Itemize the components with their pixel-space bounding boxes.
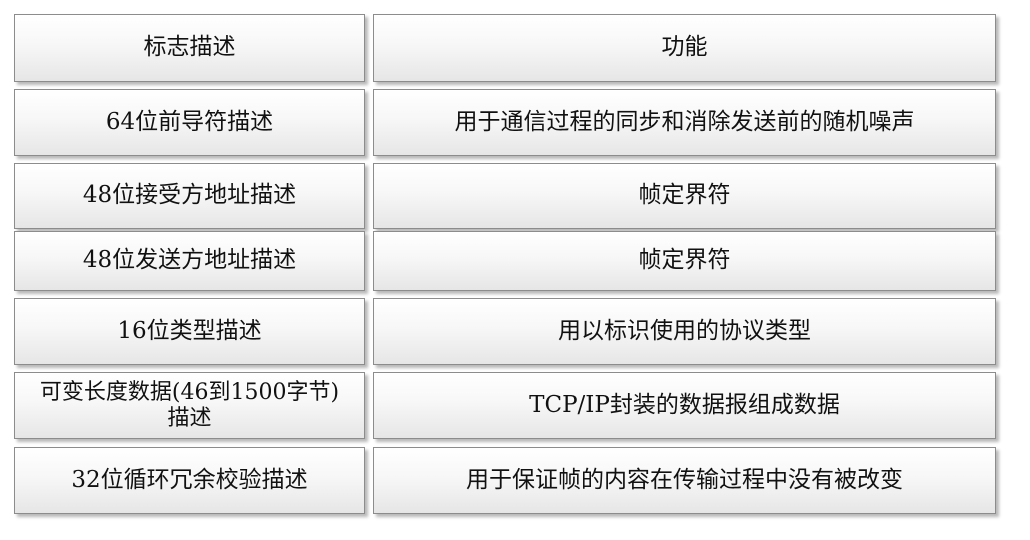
function-label: 帧定界符 [638, 182, 731, 209]
table-cell-function: TCP/IP封装的数据报组成数据 [373, 372, 996, 439]
flag-label: 48位发送方地址描述 [82, 247, 297, 274]
flag-label: 可变长度数据(46到1500字节)描述 [39, 379, 340, 431]
table-cell-function: 帧定界符 [373, 163, 996, 229]
table-cell-function: 用以标识使用的协议类型 [373, 298, 996, 365]
table-cell-flag: 48位发送方地址描述 [14, 231, 365, 291]
flag-label: 48位接受方地址描述 [82, 182, 297, 209]
flag-label: 32位循环冗余校验描述 [71, 466, 308, 493]
function-label: 帧定界符 [638, 247, 731, 274]
table-cell-flag: 64位前导符描述 [14, 89, 365, 156]
function-label: 用于保证帧的内容在传输过程中没有被改变 [466, 466, 903, 493]
table-cell-function: 用于保证帧的内容在传输过程中没有被改变 [373, 447, 996, 514]
function-label: 用以标识使用的协议类型 [558, 317, 811, 344]
header-label-flag-description: 标志描述 [143, 34, 236, 61]
table-cell-flag: 32位循环冗余校验描述 [14, 447, 365, 514]
header-cell-function: 功能 [373, 14, 996, 82]
flag-label: 64位前导符描述 [105, 108, 274, 135]
header-cell-flag-description: 标志描述 [14, 14, 365, 82]
table-cell-function: 帧定界符 [373, 231, 996, 291]
header-label-function: 功能 [661, 34, 708, 61]
table-cell-function: 用于通信过程的同步和消除发送前的随机噪声 [373, 89, 996, 156]
table-cell-flag: 48位接受方地址描述 [14, 163, 365, 229]
table-cell-flag: 16位类型描述 [14, 298, 365, 365]
function-label: 用于通信过程的同步和消除发送前的随机噪声 [454, 108, 915, 135]
function-label: TCP/IP封装的数据报组成数据 [529, 391, 840, 418]
table-cell-flag: 可变长度数据(46到1500字节)描述 [14, 372, 365, 439]
flag-label: 16位类型描述 [117, 317, 262, 344]
